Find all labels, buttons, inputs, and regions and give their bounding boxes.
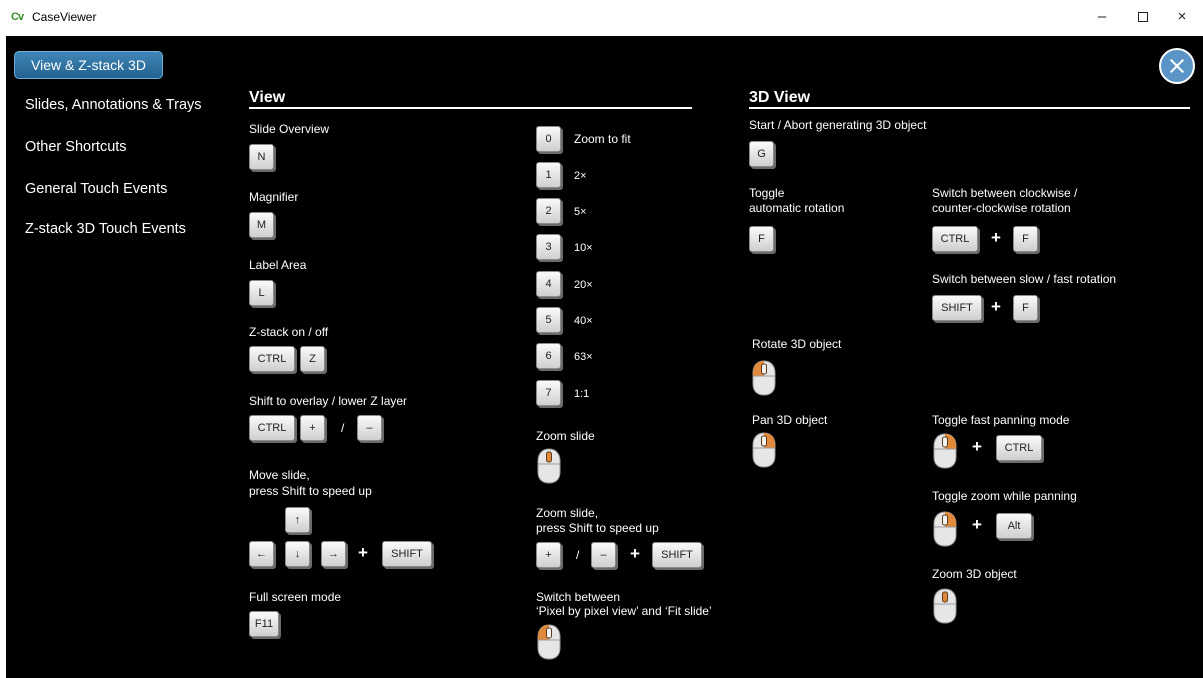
key-f11: F11 <box>249 611 279 637</box>
key-l: L <box>249 280 274 306</box>
view-section-divider <box>249 107 692 109</box>
zoom-slide-shift-label-line1: Zoom slide, <box>536 506 599 520</box>
key-n: N <box>249 144 274 170</box>
toggle-rotation-label-line2: automatic rotation <box>749 201 845 215</box>
nav-tab-zstack-3d-touch-events[interactable]: Z-stack 3D Touch Events <box>25 221 186 237</box>
key-arrow-right: → <box>321 541 346 567</box>
maximize-button[interactable] <box>1128 4 1158 30</box>
zoom-level-label: 10× <box>574 242 593 254</box>
key-shift: SHIFT <box>932 295 982 321</box>
nav-tab-view-zstack-3d[interactable]: View & Z-stack 3D <box>14 51 163 79</box>
rotate-3d-label: Rotate 3D object <box>752 337 842 351</box>
label-area-label: Label Area <box>249 258 307 272</box>
window-title: CaseViewer <box>32 10 97 24</box>
zoom-3d-label: Zoom 3D object <box>932 567 1017 581</box>
key-plus: + <box>300 415 325 441</box>
nav-tab-slides-annotations-trays[interactable]: Slides, Annotations & Trays <box>25 97 202 113</box>
key-ctrl: CTRL <box>249 415 295 441</box>
nav-tab-general-touch-events[interactable]: General Touch Events <box>25 181 167 197</box>
switch-view-label-line2: ‘Pixel by pixel view’ and ‘Fit slide’ <box>536 604 712 618</box>
zoom-level-label: 40× <box>574 315 593 327</box>
switch-direction-label-line1: Switch between clockwise / <box>932 186 1078 200</box>
window-frame <box>0 36 6 678</box>
key-7: 7 <box>536 380 561 406</box>
zoom-level-label: 2× <box>574 170 587 182</box>
magnifier-label: Magnifier <box>249 190 299 204</box>
window-close-button[interactable]: × <box>1167 4 1197 30</box>
move-slide-label-line1: Move slide, <box>249 468 310 482</box>
key-ctrl: CTRL <box>996 435 1042 461</box>
key-f: F <box>1013 295 1038 321</box>
close-overlay-button[interactable] <box>1159 48 1195 84</box>
caseviewer-logo-icon: Cv <box>11 11 24 23</box>
key-m: M <box>249 212 274 238</box>
mouse-scroll-wheel-icon <box>537 448 561 484</box>
key-arrow-left: ← <box>249 541 274 567</box>
zoom-slide-label: Zoom slide <box>536 429 595 443</box>
zoom-slide-shift-label-line2: press Shift to speed up <box>536 521 659 535</box>
move-slide-label-line2: press Shift to speed up <box>249 484 372 498</box>
view-section-title: View <box>249 89 286 106</box>
key-shift: SHIFT <box>382 541 432 567</box>
switch-direction-label-line2: counter-clockwise rotation <box>932 201 1071 215</box>
plus-sign: + <box>630 544 640 563</box>
key-z: Z <box>300 346 325 372</box>
start-abort-label: Start / Abort generating 3D object <box>749 118 927 132</box>
key-5: 5 <box>536 307 561 333</box>
separator-slash: / <box>576 548 580 562</box>
key-g: G <box>749 141 774 167</box>
key-4: 4 <box>536 271 561 297</box>
maximize-icon <box>1138 12 1148 23</box>
key-alt: Alt <box>996 513 1032 539</box>
key-arrow-up: ↑ <box>285 507 310 533</box>
mouse-scroll-wheel-icon <box>933 588 957 624</box>
zoom-level-label: 20× <box>574 279 593 291</box>
plus-sign: + <box>991 297 1001 316</box>
key-0: 0 <box>536 126 561 152</box>
view3d-section-title: 3D View <box>749 89 811 106</box>
separator-slash: / <box>341 421 345 435</box>
pan-3d-label: Pan 3D object <box>752 413 828 427</box>
key-f: F <box>1013 226 1038 252</box>
view3d-section-divider <box>749 107 1190 109</box>
key-ctrl: CTRL <box>932 226 978 252</box>
slide-overview-label: Slide Overview <box>249 122 330 136</box>
toggle-rotation-label-line1: Toggle <box>749 186 785 200</box>
key-2: 2 <box>536 198 561 224</box>
switch-speed-label: Switch between slow / fast rotation <box>932 272 1117 286</box>
key-shift: SHIFT <box>652 542 702 568</box>
key-arrow-down: ↓ <box>285 541 310 567</box>
plus-sign: + <box>358 543 368 562</box>
key-6: 6 <box>536 343 561 369</box>
plus-sign: + <box>991 228 1001 247</box>
key-ctrl: CTRL <box>249 346 295 372</box>
key-3: 3 <box>536 234 561 260</box>
plus-sign: + <box>972 437 982 456</box>
shift-layer-label: Shift to overlay / lower Z layer <box>249 394 408 408</box>
minimize-button[interactable]: – <box>1087 4 1117 30</box>
nav-tab-other-shortcuts[interactable]: Other Shortcuts <box>25 139 127 155</box>
key-f: F <box>749 226 774 252</box>
title-bar: Cv CaseViewer – × <box>0 0 1203 36</box>
key-1: 1 <box>536 162 561 188</box>
key-minus: – <box>357 415 382 441</box>
mouse-right-drag-icon <box>933 511 957 547</box>
mouse-left-click-icon <box>537 624 561 660</box>
zoom-while-panning-label: Toggle zoom while panning <box>932 489 1077 503</box>
zoom-level-label: 1:1 <box>574 388 590 400</box>
zstack-label: Z-stack on / off <box>249 325 329 339</box>
plus-sign: + <box>972 515 982 534</box>
zoom-level-label: 63× <box>574 351 593 363</box>
zoom-level-label: 5× <box>574 206 587 218</box>
fast-panning-label: Toggle fast panning mode <box>932 413 1070 427</box>
key-minus: – <box>591 542 616 568</box>
switch-view-label-line1: Switch between <box>536 590 621 604</box>
mouse-left-drag-icon <box>752 360 776 396</box>
mouse-right-drag-icon <box>752 432 776 468</box>
key-plus: + <box>536 542 561 568</box>
mouse-right-drag-icon <box>933 433 957 469</box>
zoom-level-label: Zoom to fit <box>574 132 631 146</box>
fullscreen-label: Full screen mode <box>249 590 342 604</box>
